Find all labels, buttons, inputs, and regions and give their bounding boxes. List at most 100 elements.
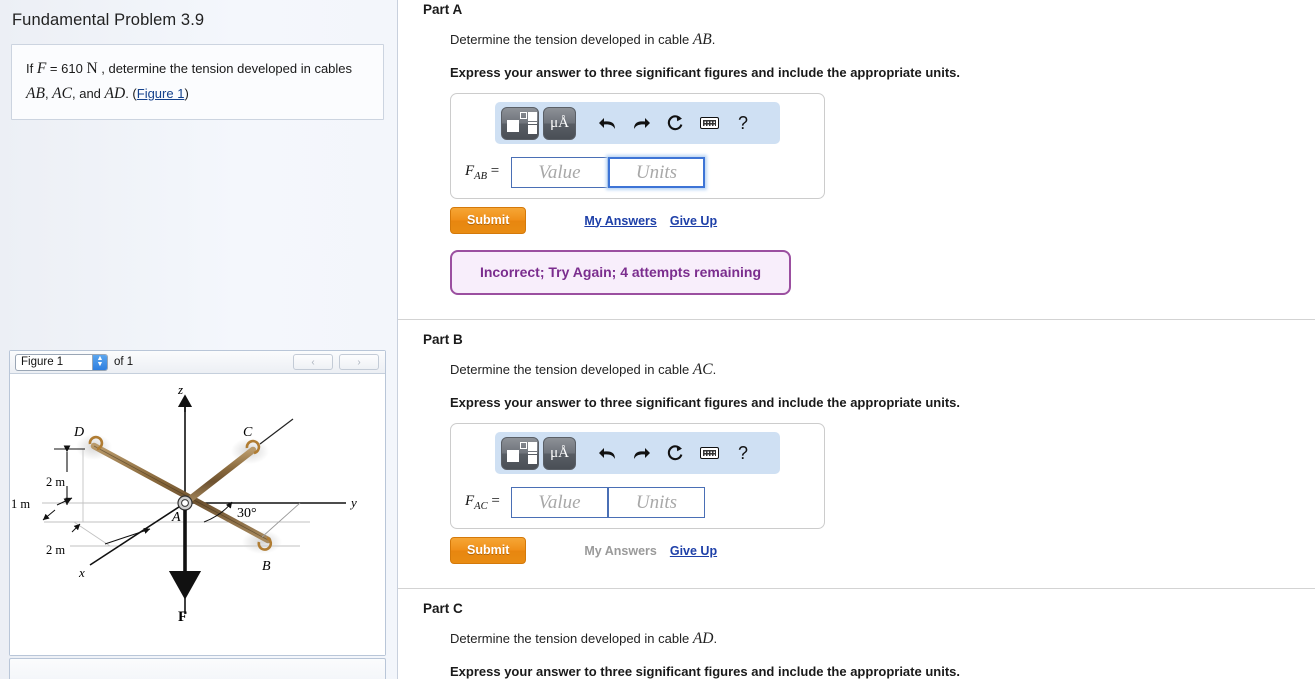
- part-a-submit-row: Submit My Answers Give Up: [450, 207, 1315, 234]
- part-c-question-suffix: .: [713, 631, 718, 646]
- part-a-question: Determine the tension developed in cable…: [450, 31, 1315, 49]
- part-a-cable-symbol: AB: [692, 31, 712, 48]
- part-a-give-up-link[interactable]: Give Up: [670, 214, 717, 228]
- figure-nav-group: ‹ ›: [293, 354, 379, 370]
- part-b-answer-toolbar: μÅ ?: [495, 432, 780, 474]
- problem-sidebar: Fundamental Problem 3.9 If F = 610 N , d…: [0, 0, 398, 679]
- parts-column: Part A Determine the tension developed i…: [398, 0, 1315, 679]
- part-b-submit-row: Submit My Answers Give Up: [450, 537, 1315, 564]
- point-label-A: A: [171, 510, 181, 525]
- part-b-my-answers-link: My Answers: [584, 543, 657, 558]
- prev-figure-button[interactable]: ‹: [293, 354, 333, 370]
- help-icon[interactable]: ?: [728, 438, 758, 468]
- part-b-block: Part B Determine the tension developed i…: [398, 320, 1315, 564]
- part-b-submit-button[interactable]: Submit: [450, 537, 527, 564]
- problem-close-paren: ): [184, 86, 189, 102]
- point-label-C: C: [243, 425, 253, 440]
- part-b-value-input[interactable]: Value: [511, 487, 608, 518]
- figure-image: z y x D C B A 2 m 1 m 2 m 30° F: [10, 374, 385, 655]
- reset-icon[interactable]: [660, 108, 690, 138]
- part-a-var-sub: AB: [474, 171, 487, 182]
- axis-label-y: y: [349, 495, 357, 510]
- part-b-give-up-link[interactable]: Give Up: [670, 544, 717, 558]
- part-a-my-answers-link[interactable]: My Answers: [584, 214, 656, 228]
- units-icon-label: μÅ: [550, 114, 569, 131]
- keyboard-icon[interactable]: [694, 108, 724, 138]
- part-a-var-base: F: [465, 163, 475, 179]
- redo-icon[interactable]: [626, 108, 656, 138]
- part-b-cable-symbol: AC: [692, 361, 713, 378]
- part-b-variable-label: FAC =: [465, 493, 511, 512]
- part-c-instruction: Express your answer to three significant…: [450, 664, 960, 679]
- redo-icon[interactable]: [626, 438, 656, 468]
- figure-panel-secondary: [9, 658, 386, 679]
- problem-period: . (: [125, 86, 137, 102]
- axis-label-x: x: [78, 565, 85, 580]
- part-b-question: Determine the tension developed in cable…: [450, 361, 1315, 379]
- keyboard-icon[interactable]: [694, 438, 724, 468]
- symbol-AB: AB: [26, 85, 45, 103]
- force-label-F: F: [178, 609, 187, 625]
- problem-text-eq: = 610: [46, 61, 87, 76]
- part-a-instruction: Express your answer to three significant…: [450, 65, 960, 80]
- part-b-body: Determine the tension developed in cable…: [398, 361, 1315, 564]
- part-a-block: Part A Determine the tension developed i…: [398, 0, 1315, 295]
- part-c-cable-symbol: AD: [692, 630, 714, 647]
- part-a-input-row: FAB = Value Units: [451, 157, 824, 188]
- part-a-value-input[interactable]: Value: [511, 157, 608, 188]
- units-icon-label: μÅ: [550, 444, 569, 461]
- part-b-units-input[interactable]: Units: [608, 487, 705, 518]
- part-c-body: Determine the tension developed in cable…: [398, 630, 1315, 679]
- problem-text-prefix: If: [26, 61, 37, 76]
- part-a-units-input[interactable]: Units: [608, 157, 705, 188]
- part-b-input-row: FAC = Value Units: [451, 487, 824, 518]
- page-title: Fundamental Problem 3.9: [12, 11, 205, 29]
- part-b-equals: =: [491, 493, 500, 509]
- dimension-2m-horizontal: 2 m: [46, 543, 65, 557]
- next-figure-button[interactable]: ›: [339, 354, 379, 370]
- statics-diagram-svg: z y x D C B A 2 m 1 m 2 m 30° F: [11, 382, 357, 625]
- axis-label-z: z: [177, 382, 183, 397]
- undo-icon[interactable]: [592, 438, 622, 468]
- part-a-feedback-banner: Incorrect; Try Again; 4 attempts remaini…: [450, 250, 791, 295]
- part-a-variable-label: FAB =: [465, 163, 511, 182]
- part-a-equals: =: [490, 163, 500, 179]
- part-a-answer-card: μÅ ? FAB = Value Units: [450, 93, 825, 199]
- figure-count-label: of 1: [114, 356, 134, 368]
- part-c-question: Determine the tension developed in cable…: [450, 630, 1315, 648]
- point-label-B: B: [262, 559, 271, 574]
- symbol-F: F: [36, 60, 47, 77]
- part-b-instruction: Express your answer to three significant…: [450, 395, 960, 410]
- reset-icon[interactable]: [660, 438, 690, 468]
- chevron-updown-icon[interactable]: ▲ ▼: [92, 354, 107, 370]
- units-icon[interactable]: μÅ: [543, 436, 576, 470]
- part-b-question-suffix: .: [712, 362, 717, 377]
- part-b-answer-card: μÅ ? FAC = Value Units: [450, 423, 825, 529]
- part-a-question-suffix: .: [711, 32, 716, 47]
- part-a-question-prefix: Determine the tension developed in cable: [450, 32, 693, 47]
- problem-and: , and: [71, 86, 105, 102]
- part-b-var-sub: AC: [474, 501, 488, 512]
- figure-panel: Figure 1 ▲ ▼ of 1 ‹ › z y x D C B A 2 m …: [9, 350, 386, 656]
- figure-select[interactable]: Figure 1 ▲ ▼: [15, 353, 108, 371]
- dimension-2m-vertical: 2 m: [46, 475, 65, 489]
- problem-statement: If F = 610 N , determine the tension dev…: [11, 44, 384, 121]
- figure-toolbar: Figure 1 ▲ ▼ of 1 ‹ ›: [10, 351, 385, 374]
- symbol-AD: AD: [104, 85, 126, 103]
- part-a-heading: Part A: [423, 2, 463, 17]
- undo-icon[interactable]: [592, 108, 622, 138]
- units-icon[interactable]: μÅ: [543, 106, 576, 140]
- part-a-submit-button[interactable]: Submit: [450, 207, 527, 234]
- dimension-1m: 1 m: [11, 497, 30, 511]
- angle-label-30: 30°: [237, 506, 257, 521]
- page-root: Fundamental Problem 3.9 If F = 610 N , d…: [0, 0, 1315, 679]
- part-c-block: Part C Determine the tension developed i…: [398, 589, 1315, 679]
- point-label-D: D: [73, 425, 84, 440]
- part-c-question-prefix: Determine the tension developed in cable: [450, 631, 693, 646]
- help-icon[interactable]: ?: [728, 108, 758, 138]
- figure-1-link[interactable]: Figure 1: [137, 86, 185, 101]
- problem-text-mid: , determine the tension developed in cab…: [97, 61, 353, 76]
- math-template-icon[interactable]: [501, 106, 539, 140]
- part-a-body: Determine the tension developed in cable…: [398, 31, 1315, 295]
- math-template-icon[interactable]: [501, 436, 539, 470]
